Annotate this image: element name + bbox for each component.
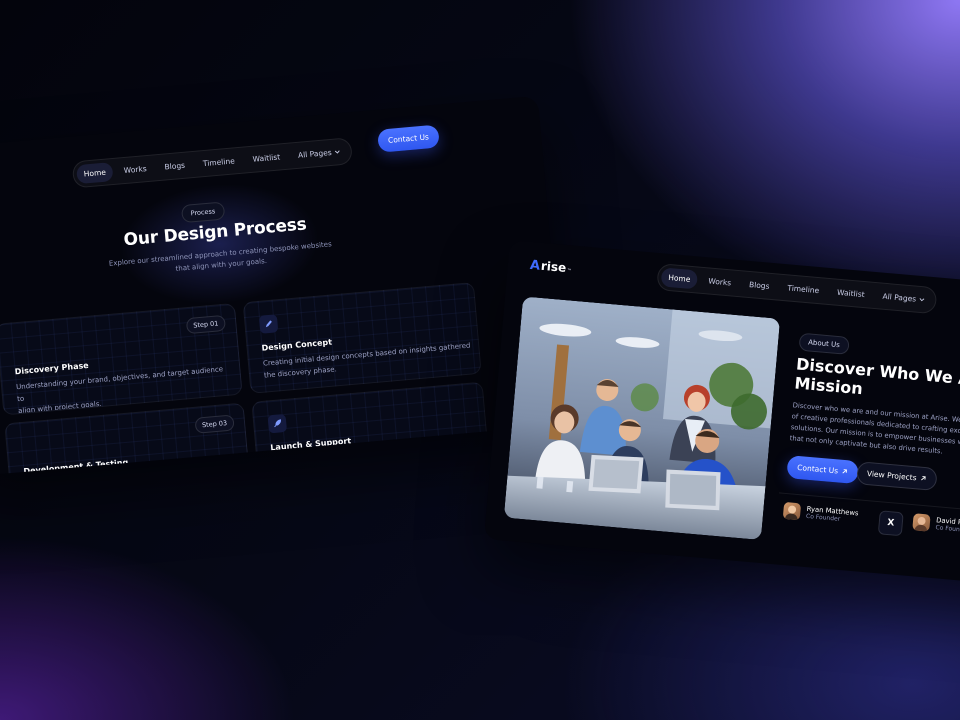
about-description: Discover who we are and our mission at A… <box>789 400 960 465</box>
contact-us-label: Contact Us <box>796 462 839 476</box>
step-title: Development & Testing <box>23 457 129 476</box>
step-card-4: Launch & Support Deploying the finalized… <box>251 381 491 477</box>
process-page-window: Home Works Blogs Timeline Waitlist All P… <box>0 95 567 477</box>
nav-blogs[interactable]: Blogs <box>157 155 193 177</box>
avatar <box>912 513 931 532</box>
nav-waitlist[interactable]: Waitlist <box>245 147 288 170</box>
nav-blogs[interactable]: Blogs <box>741 274 777 296</box>
nav-all-pages[interactable]: All Pages <box>875 286 933 310</box>
chevron-down-icon <box>334 150 340 154</box>
contact-us-button[interactable]: Contact Us <box>377 124 440 153</box>
step-card-3: Step 03 Development & Testing Building a… <box>4 402 252 477</box>
view-projects-label: View Projects <box>866 469 917 483</box>
logo-trademark: ™ <box>566 268 573 275</box>
nav-waitlist[interactable]: Waitlist <box>829 282 872 305</box>
rocket-icon <box>267 413 288 434</box>
about-nav-bar: Home Works Blogs Timeline Waitlist All P… <box>656 263 938 315</box>
section-tag-about: About Us <box>798 332 850 355</box>
arise-logo[interactable]: A rise ™ <box>529 258 573 277</box>
nav-works[interactable]: Works <box>116 158 154 180</box>
x-social-icon[interactable]: X <box>877 510 904 537</box>
step-card-2: Design Concept Creating initial design c… <box>242 281 482 394</box>
founder-role: Co Founder <box>935 524 960 535</box>
view-projects-button[interactable]: View Projects <box>856 461 938 492</box>
nav-all-pages-label: All Pages <box>882 291 917 304</box>
step-tag: Step 03 <box>194 414 235 434</box>
nav-home[interactable]: Home <box>660 267 699 290</box>
logo-text: rise <box>540 258 567 275</box>
founders-bar: Ryan Matthews Co Founder X David Parker … <box>775 492 960 554</box>
nav-works[interactable]: Works <box>701 271 739 293</box>
avatar <box>782 501 802 521</box>
arrow-up-right-icon <box>842 469 847 474</box>
step-title: Discovery Phase <box>14 360 90 377</box>
step-title: Launch & Support <box>269 436 352 453</box>
arrow-up-right-icon <box>920 476 926 481</box>
nav-home[interactable]: Home <box>76 162 114 185</box>
founder-david[interactable]: David Parker Co Founder <box>912 513 960 536</box>
logo-mark: A <box>529 257 541 274</box>
founder-ryan[interactable]: Ryan Matthews Co Founder <box>782 501 859 525</box>
step-card-1: Step 01 Discovery Phase Understanding yo… <box>0 302 243 416</box>
team-photo <box>503 296 781 541</box>
step-tag: Step 01 <box>185 314 227 335</box>
nav-all-pages-label: All Pages <box>297 147 333 160</box>
nav-all-pages[interactable]: All Pages <box>290 142 348 166</box>
step-title: Design Concept <box>261 337 333 353</box>
nav-timeline[interactable]: Timeline <box>195 151 242 174</box>
about-page-window: A rise ™ Home Works Blogs Timeline Waitl… <box>483 240 960 588</box>
pen-icon <box>258 314 279 334</box>
chevron-down-icon <box>919 298 925 302</box>
nav-timeline[interactable]: Timeline <box>780 278 827 301</box>
contact-us-button[interactable]: Contact Us <box>786 455 860 485</box>
